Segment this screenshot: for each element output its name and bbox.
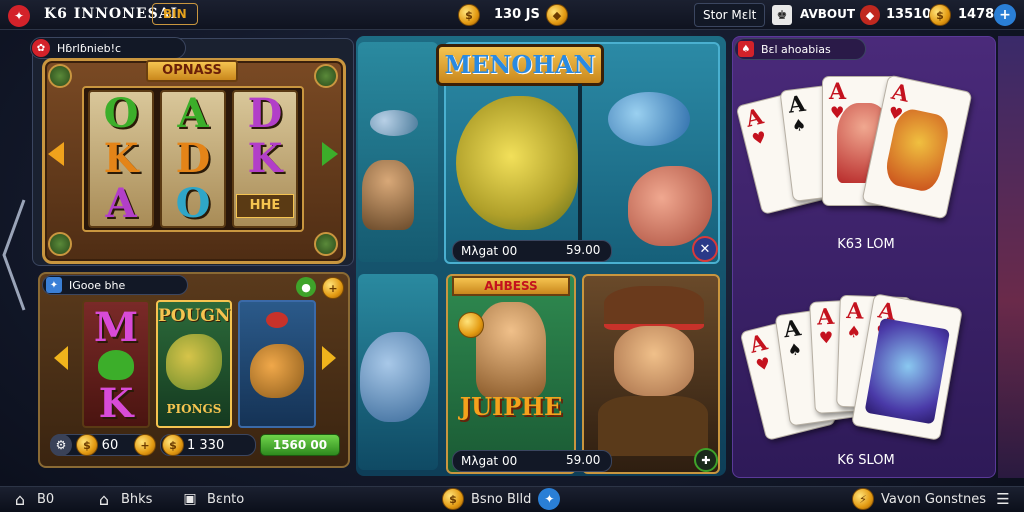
mini-slot-badge-icon: ✦	[46, 277, 62, 293]
coin-count: 1478	[958, 7, 995, 22]
mini-slot-coin-icon[interactable]: +	[322, 277, 344, 299]
nav-item-settings[interactable]: ⚡ Vavon Gonstnes ☰	[852, 486, 1013, 512]
balance-coin-icon: $	[458, 4, 480, 26]
red-fish-icon	[628, 166, 712, 246]
nav-item-lobby[interactable]: ⌂ Bhks	[94, 486, 153, 512]
blue-fish-icon	[608, 92, 690, 146]
coin-icon: $	[929, 4, 951, 26]
tag-badge[interactable]: BIN	[152, 3, 198, 25]
corner-ornament-icon	[314, 232, 338, 256]
fish-close-icon[interactable]: ✕	[692, 236, 718, 262]
balance-text: 130 JS	[494, 7, 540, 22]
fisherman-icon	[362, 160, 414, 230]
slot-banner: OPNASS	[146, 60, 238, 82]
nav-item-center[interactable]: $ Bsno Blld ✦	[442, 486, 561, 512]
fish-game-title: MENOHAN	[436, 44, 604, 86]
nav-item-label: Bhks	[121, 491, 153, 507]
center-action-icon[interactable]: ✦	[538, 488, 561, 510]
mini-reel-symbol: M	[93, 304, 139, 351]
nav-item-home[interactable]: ⌂ B0	[10, 486, 54, 512]
balance-add-icon[interactable]: ◆	[546, 4, 568, 26]
card-fish-icon	[864, 317, 951, 425]
mini-reel-lure-icon	[266, 312, 288, 328]
pirate-hat-icon	[604, 286, 704, 330]
nav-item-label: Vavon Gonstnes	[881, 491, 987, 507]
slot-symbol: O	[175, 180, 211, 227]
promo-button[interactable]: Stor Mɛlt	[694, 3, 766, 27]
slot-panel-badge-icon: ✿	[32, 39, 50, 57]
fish-icon	[370, 110, 418, 136]
user-label: AVBOUT	[800, 7, 856, 21]
mini-reel-heart-icon	[98, 350, 134, 380]
slot-symbol: O	[103, 90, 139, 137]
poker-badge-icon: ♠	[738, 41, 754, 57]
center-coin-icon: $	[442, 488, 464, 510]
mini-prev-arrow-icon[interactable]	[54, 346, 68, 370]
poker-top-label: K63 LOM	[837, 237, 895, 252]
user-icon[interactable]: ♚	[772, 5, 792, 25]
nav-item-label: Bɛnto	[207, 491, 245, 507]
win-button[interactable]: 1560 00	[260, 434, 340, 456]
hero-coin-icon	[458, 312, 484, 338]
mini-slot-green-icon[interactable]: ●	[296, 277, 316, 297]
house-icon: ⌂	[98, 489, 110, 509]
nav-item-label: B0	[37, 491, 55, 507]
nav-item-label: Bsno Blld	[471, 491, 532, 507]
bet-coin-icon: $	[76, 434, 98, 456]
pirate-body-icon	[598, 396, 708, 456]
mini-reel-title: POUGN	[158, 306, 231, 326]
slot-symbol: D	[247, 90, 283, 137]
corner-ornament-icon	[48, 232, 72, 256]
slot-symbol: D	[175, 135, 211, 182]
right-edge-decoration	[998, 36, 1024, 478]
mini-reel-symbol: K	[98, 380, 134, 427]
hero-stat-value: 59.00	[566, 453, 601, 467]
fish-game-divider	[578, 84, 582, 262]
bet-plus-icon[interactable]: +	[134, 434, 156, 456]
hero-banner: AHBESS	[452, 276, 570, 296]
poker-bottom-label: K6 SLOM	[837, 453, 895, 468]
gem-icon: ◆	[860, 5, 880, 25]
pirate-face-icon	[614, 326, 694, 396]
home-icon: ⌂	[14, 489, 26, 509]
slot-symbol: A	[177, 90, 209, 137]
slot-symbol: A	[105, 180, 137, 227]
mini-reel-subtitle: PIONGS	[166, 402, 222, 416]
total-coin-icon: $	[162, 434, 184, 456]
settings-coin-icon: ⚡	[852, 488, 874, 510]
hero-character-icon	[476, 302, 546, 398]
cube-icon: ▣	[183, 491, 197, 507]
gem-count: 13510	[886, 7, 932, 22]
hero-game-title: JUIPHE	[459, 392, 563, 421]
nav-item-games[interactable]: ▣ Bɛnto	[180, 486, 244, 512]
dolphin-icon	[360, 332, 430, 422]
add-coins-icon[interactable]: +	[994, 4, 1016, 26]
hero-menu-icon[interactable]: ✚	[694, 448, 718, 472]
mini-reel-fish-icon	[250, 344, 304, 398]
bet-settings-icon[interactable]: ⚙	[50, 434, 72, 456]
corner-ornament-icon	[314, 64, 338, 88]
scroll-left-chevron-icon[interactable]	[0, 180, 28, 330]
mini-next-arrow-icon[interactable]	[322, 346, 336, 370]
mini-slot-header: IGooe bhe	[42, 275, 188, 295]
slot-symbol: HHE	[236, 194, 294, 218]
mini-reel-fish-icon	[166, 334, 222, 390]
slot-prev-arrow-icon[interactable]	[48, 142, 64, 166]
slot-symbol: K	[247, 135, 283, 182]
menu-icon[interactable]: ☰	[993, 489, 1013, 509]
big-fish-icon	[456, 96, 578, 230]
slot-next-arrow-icon[interactable]	[322, 142, 338, 166]
corner-ornament-icon	[48, 64, 72, 88]
slot-panel-header: Hɓrlɓnieb!c	[30, 37, 186, 59]
slot-symbol: K	[103, 135, 139, 182]
fish-stat-value: 59.00	[566, 243, 601, 257]
logo-icon: ✦	[8, 5, 30, 27]
